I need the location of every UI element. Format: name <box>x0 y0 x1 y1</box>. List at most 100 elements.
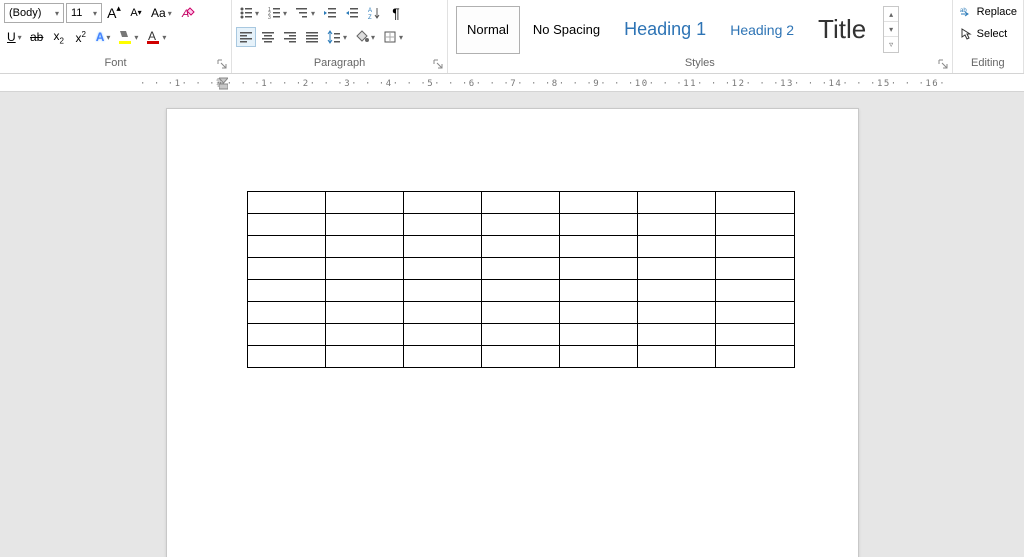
table-cell[interactable] <box>560 258 638 280</box>
indent-marker[interactable] <box>219 74 228 90</box>
table-cell[interactable] <box>560 214 638 236</box>
table-cell[interactable] <box>403 324 481 346</box>
shading-button[interactable]: ▾ <box>352 27 378 47</box>
increase-font-button[interactable]: A▴ <box>104 3 124 23</box>
sort-button[interactable]: AZ <box>364 3 384 23</box>
decrease-font-button[interactable]: A▾ <box>126 3 146 23</box>
gallery-more-button[interactable]: ▿ <box>884 37 898 52</box>
table-cell[interactable] <box>716 302 794 324</box>
table-cell[interactable] <box>481 236 559 258</box>
font-color-button[interactable]: A▾ <box>143 27 169 47</box>
text-effects-button[interactable]: A▾ <box>93 27 114 47</box>
table-cell[interactable] <box>325 280 403 302</box>
clear-formatting-button[interactable]: A <box>177 3 199 23</box>
font-dialog-launcher[interactable] <box>215 57 229 71</box>
line-spacing-button[interactable]: ▾ <box>324 27 350 47</box>
table-cell[interactable] <box>247 236 325 258</box>
style-normal[interactable]: Normal <box>456 6 520 54</box>
table-cell[interactable] <box>247 192 325 214</box>
table-cell[interactable] <box>716 214 794 236</box>
table-cell[interactable] <box>247 258 325 280</box>
table-cell[interactable] <box>716 192 794 214</box>
table-cell[interactable] <box>481 346 559 368</box>
underline-button[interactable]: U▾ <box>4 27 25 47</box>
align-right-button[interactable] <box>280 27 300 47</box>
gallery-up-button[interactable]: ▴ <box>884 7 898 22</box>
table-cell[interactable] <box>638 214 716 236</box>
table-cell[interactable] <box>403 302 481 324</box>
table-cell[interactable] <box>325 324 403 346</box>
multilevel-list-button[interactable]: ▾ <box>292 3 318 23</box>
subscript-button[interactable]: x2 <box>49 27 69 47</box>
superscript-button[interactable]: x2 <box>71 27 91 47</box>
table-cell[interactable] <box>403 258 481 280</box>
select-button[interactable]: Select <box>955 24 1021 44</box>
table-cell[interactable] <box>247 214 325 236</box>
change-case-button[interactable]: Aa▾ <box>148 3 175 23</box>
table-cell[interactable] <box>560 324 638 346</box>
replace-button[interactable]: ab Replace <box>955 2 1021 22</box>
table-cell[interactable] <box>638 302 716 324</box>
table-cell[interactable] <box>247 324 325 346</box>
table-cell[interactable] <box>638 324 716 346</box>
table-cell[interactable] <box>325 192 403 214</box>
table-cell[interactable] <box>325 258 403 280</box>
document-table[interactable] <box>247 191 795 368</box>
table-cell[interactable] <box>403 214 481 236</box>
table-cell[interactable] <box>716 236 794 258</box>
document-page[interactable] <box>166 108 859 557</box>
table-cell[interactable] <box>560 236 638 258</box>
table-cell[interactable] <box>716 346 794 368</box>
table-cell[interactable] <box>325 302 403 324</box>
styles-dialog-launcher[interactable] <box>936 57 950 71</box>
font-size-combo[interactable]: 11 ▾ <box>66 3 102 23</box>
style-no-spacing[interactable]: No Spacing <box>522 6 611 54</box>
horizontal-ruler[interactable]: · · ·1· · ·䨫· · ·1· · ·2· · ·3· · ·4· · … <box>0 74 1024 92</box>
table-cell[interactable] <box>481 258 559 280</box>
table-cell[interactable] <box>716 280 794 302</box>
table-cell[interactable] <box>325 346 403 368</box>
style-title[interactable]: Title <box>807 6 877 54</box>
table-cell[interactable] <box>481 280 559 302</box>
font-name-combo[interactable]: (Body) ▾ <box>4 3 64 23</box>
borders-button[interactable]: ▾ <box>380 27 406 47</box>
table-cell[interactable] <box>560 346 638 368</box>
table-cell[interactable] <box>325 214 403 236</box>
show-marks-button[interactable]: ¶ <box>386 3 406 23</box>
style-heading-1[interactable]: Heading 1 <box>613 6 717 54</box>
table-cell[interactable] <box>716 324 794 346</box>
table-cell[interactable] <box>247 280 325 302</box>
table-cell[interactable] <box>403 280 481 302</box>
table-cell[interactable] <box>325 236 403 258</box>
table-cell[interactable] <box>403 236 481 258</box>
table-cell[interactable] <box>638 280 716 302</box>
table-cell[interactable] <box>638 236 716 258</box>
table-cell[interactable] <box>481 214 559 236</box>
table-cell[interactable] <box>247 302 325 324</box>
table-cell[interactable] <box>481 302 559 324</box>
justify-button[interactable] <box>302 27 322 47</box>
paragraph-dialog-launcher[interactable] <box>431 57 445 71</box>
table-cell[interactable] <box>403 346 481 368</box>
table-cell[interactable] <box>481 192 559 214</box>
align-center-button[interactable] <box>258 27 278 47</box>
table-cell[interactable] <box>716 258 794 280</box>
gallery-down-button[interactable]: ▾ <box>884 22 898 37</box>
decrease-indent-button[interactable] <box>320 3 340 23</box>
table-cell[interactable] <box>638 258 716 280</box>
table-cell[interactable] <box>560 280 638 302</box>
style-heading-2[interactable]: Heading 2 <box>719 6 805 54</box>
highlight-button[interactable]: ▾ <box>115 27 141 47</box>
table-cell[interactable] <box>403 192 481 214</box>
bullets-button[interactable]: ▾ <box>236 3 262 23</box>
increase-indent-button[interactable] <box>342 3 362 23</box>
table-cell[interactable] <box>638 192 716 214</box>
table-cell[interactable] <box>247 346 325 368</box>
table-cell[interactable] <box>638 346 716 368</box>
table-cell[interactable] <box>481 324 559 346</box>
align-left-button[interactable] <box>236 27 256 47</box>
table-cell[interactable] <box>560 302 638 324</box>
strikethrough-button[interactable]: ab <box>27 27 47 47</box>
numbering-button[interactable]: 123▾ <box>264 3 290 23</box>
table-cell[interactable] <box>560 192 638 214</box>
